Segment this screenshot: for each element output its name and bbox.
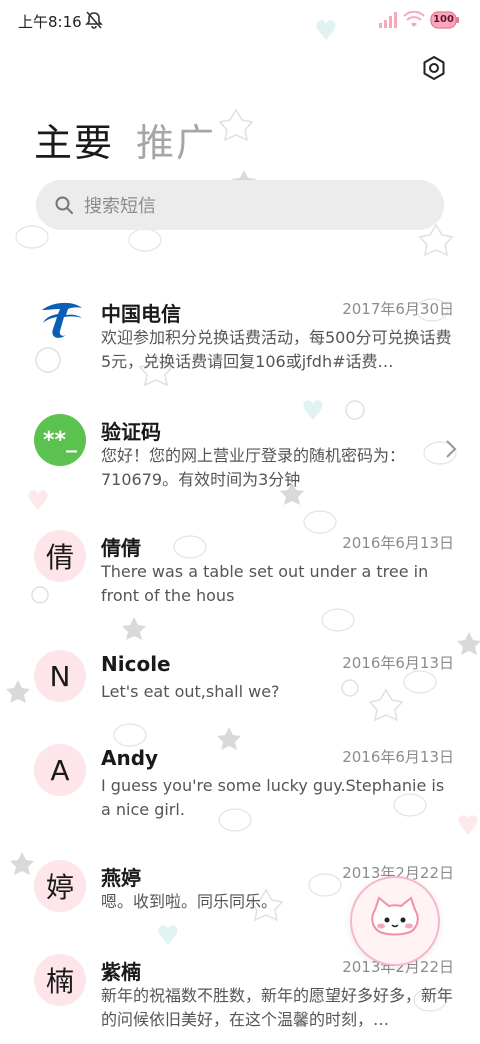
cat-compose-icon (371, 896, 419, 936)
sender-name: 燕婷 (101, 866, 141, 890)
message-category-tabs: 主要 推广 (34, 112, 216, 167)
message-preview: 新年的祝福数不胜数，新年的愿望好多好多，新年的问候依旧美好，在这个温馨的时刻，… (101, 986, 453, 1029)
avatar: 楠 (34, 954, 86, 1006)
sender-name: 紫楠 (101, 960, 141, 984)
sender-name: 中国电信 (101, 302, 181, 326)
message-date: 2016年6月13日 (342, 748, 454, 766)
status-bar: 上午8:16 100 (0, 0, 480, 44)
status-time: 上午8:16 (18, 13, 82, 31)
conversation-item[interactable]: A Andy 2016年6月13日 I guess you're some lu… (0, 730, 480, 830)
sender-name: 倩倩 (101, 536, 141, 560)
conversation-item[interactable]: **_ 验证码 您好！您的网上营业厅登录的随机密码为：710679。有效时间为3… (0, 400, 480, 500)
wifi-icon (403, 11, 425, 27)
compose-button[interactable] (350, 876, 440, 966)
search-icon (55, 196, 73, 214)
avatar: 婷 (34, 860, 86, 912)
sender-name: Andy (101, 746, 159, 770)
message-preview: 欢迎参加积分兑换话费活动，每500分可兑换话费5元，兑换话费请回复106或jfd… (101, 328, 452, 371)
message-date: 2017年6月30日 (342, 300, 454, 318)
conversation-item[interactable]: 中国电信 2017年6月30日 欢迎参加积分兑换话费活动，每500分可兑换话费5… (0, 282, 480, 382)
avatar: 倩 (34, 530, 86, 582)
mute-icon (85, 11, 103, 29)
conversation-item[interactable]: N Nicole 2016年6月13日 Let's eat out,shall … (0, 636, 480, 736)
avatar: **_ (34, 414, 86, 466)
avatar (34, 296, 86, 348)
signal-icon (379, 12, 397, 28)
search-input[interactable]: 搜索短信 (84, 192, 156, 218)
message-date: 2016年6月13日 (342, 654, 454, 672)
battery-level: 100 (433, 14, 454, 25)
message-preview: There was a table set out under a tree i… (101, 562, 429, 605)
china-telecom-logo (42, 302, 82, 338)
message-preview: Let's eat out,shall we? (101, 682, 280, 701)
settings-button[interactable] (418, 52, 450, 84)
sender-name: Nicole (101, 652, 171, 676)
message-date: 2016年6月13日 (342, 534, 454, 552)
tab-primary[interactable]: 主要 (34, 112, 114, 167)
conversation-item[interactable]: 倩 倩倩 2016年6月13日 There was a table set ou… (0, 516, 480, 616)
avatar: A (34, 744, 86, 796)
message-preview: I guess you're some lucky guy.Stephanie … (101, 776, 445, 819)
avatar: N (34, 650, 86, 702)
message-preview: 您好！您的网上营业厅登录的随机密码为：710679。有效时间为3分钟 (101, 446, 406, 489)
search-bar[interactable]: 搜索短信 (36, 180, 444, 230)
sender-name: 验证码 (101, 420, 161, 444)
tab-promotions[interactable]: 推广 (136, 112, 216, 167)
gear-icon (423, 55, 445, 81)
chevron-right-icon[interactable] (444, 438, 458, 460)
